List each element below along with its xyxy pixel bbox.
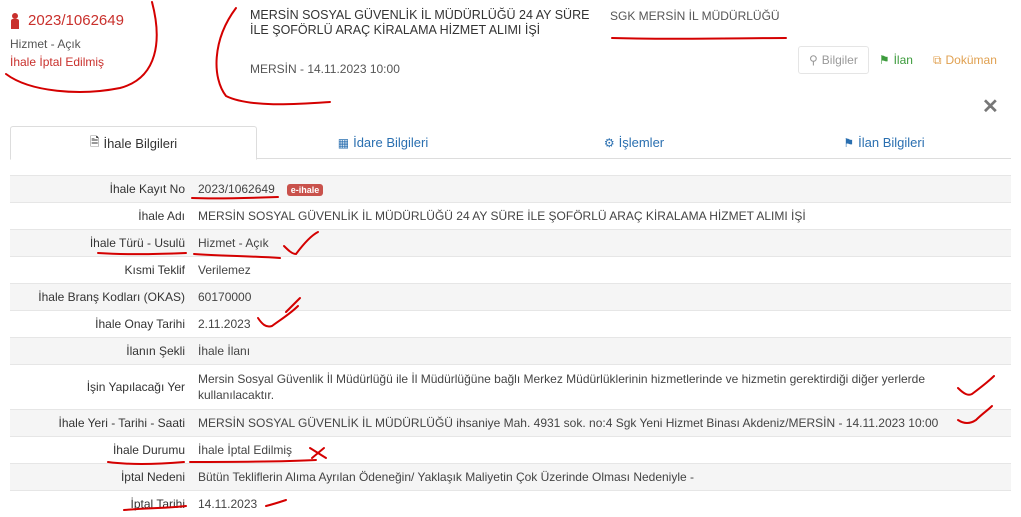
- row-label: İhale Branş Kodları (OKAS): [38, 290, 185, 304]
- row-label: İşin Yapılacağı Yer: [86, 380, 185, 394]
- row-value: İhale İlanı: [198, 344, 251, 358]
- tender-title: MERSİN SOSYAL GÜVENLİK İL MÜDÜRLÜĞÜ 24 A…: [250, 8, 590, 37]
- tab-label: İşlemler: [618, 135, 665, 150]
- dokuman-label: Doküman: [945, 53, 997, 67]
- row-label: Kısmi Teklif: [124, 263, 185, 277]
- table-row: Kısmi Teklif Verilemez: [10, 256, 1011, 284]
- table-row: İptal Nedeni Bütün Tekliflerin Alıma Ayr…: [10, 463, 1011, 491]
- tab-islemler[interactable]: ⚙ İşlemler: [509, 126, 759, 159]
- tab-bar: 🗎 İhale Bilgileri ▦ İdare Bilgileri ⚙ İş…: [10, 126, 1011, 160]
- tab-label: İdare Bilgileri: [353, 135, 429, 150]
- e-ihale-badge: e-ihale: [286, 183, 324, 196]
- tender-status: İhale İptal Edilmiş: [10, 55, 105, 69]
- tender-title-block: MERSİN SOSYAL GÜVENLİK İL MÜDÜRLÜĞÜ 24 A…: [250, 8, 590, 76]
- row-value: MERSİN SOSYAL GÜVENLİK İL MÜDÜRLÜĞÜ 24 A…: [198, 209, 806, 223]
- table-row: İhale Kayıt No 2023/1062649 e-ihale: [10, 175, 1011, 203]
- tab-label: İhale Bilgileri: [103, 135, 178, 151]
- action-bar: ⚲ Bilgiler ⚑ İlan ⧉ Doküman: [798, 46, 1007, 74]
- tab-idare-bilgileri[interactable]: ▦ İdare Bilgileri: [257, 126, 509, 159]
- tender-summary: 2023/1062649 Hizmet - Açık İhale İptal E…: [10, 12, 124, 69]
- row-label: İlanın Şekli: [126, 344, 185, 358]
- annotation-underline-authority: [611, 37, 787, 40]
- authority-name: SGK MERSİN İL MÜDÜRLÜĞÜ: [610, 9, 780, 23]
- bilgiler-button[interactable]: ⚲ Bilgiler: [798, 46, 869, 74]
- row-value: Verilemez: [198, 263, 251, 277]
- tender-number-text: 2023/1062649: [28, 12, 124, 29]
- row-value: Mersin Sosyal Güvenlik İl Müdürlüğü ile …: [198, 372, 925, 402]
- row-value: 60170000: [198, 290, 252, 304]
- row-label: İhale Onay Tarihi: [95, 317, 185, 331]
- row-value: İhale İptal Edilmiş: [198, 443, 293, 457]
- table-row: İhale Onay Tarihi 2.11.2023: [10, 310, 1011, 338]
- table-row: İptal Tarihi 14.11.2023: [10, 490, 1011, 517]
- megaphone-icon: ⚑: [878, 53, 890, 67]
- row-value: 2.11.2023: [198, 317, 251, 331]
- tab-ihale-bilgileri[interactable]: 🗎 İhale Bilgileri: [10, 126, 257, 160]
- table-row: İşin Yapılacağı Yer Mersin Sosyal Güvenl…: [10, 364, 1011, 410]
- tender-number: 2023/1062649: [10, 12, 124, 29]
- tender-details-table: İhale Kayıt No 2023/1062649 e-ihale İhale…: [10, 175, 1011, 517]
- row-label: İptal Tarihi: [130, 497, 185, 512]
- ilan-button[interactable]: ⚑ İlan: [869, 47, 923, 73]
- row-label: İptal Nedeni: [120, 470, 185, 484]
- tender-type: Hizmet - Açık: [10, 37, 81, 51]
- bilgiler-label: Bilgiler: [821, 53, 858, 67]
- ilan-label: İlan: [893, 53, 913, 67]
- megaphone-icon: ⚑: [843, 135, 855, 150]
- person-icon: [10, 12, 20, 29]
- row-value: Bütün Tekliflerin Alıma Ayrılan Ödeneğin…: [198, 470, 695, 484]
- table-row: İhale Durumu İhale İptal Edilmiş: [10, 436, 1011, 464]
- close-icon[interactable]: ✕: [982, 94, 999, 119]
- tender-number-value: 2023/1062649: [198, 181, 275, 196]
- table-row: İhale Branş Kodları (OKAS) 60170000: [10, 283, 1011, 311]
- tab-ilan-bilgileri[interactable]: ⚑ İlan Bilgileri: [759, 126, 1009, 159]
- copy-icon: ⧉: [932, 52, 942, 67]
- tender-location-date: MERSİN - 14.11.2023 10:00: [250, 62, 400, 76]
- table-row: İhale Türü - Usulü Hizmet - Açık: [10, 229, 1011, 257]
- row-label: İhale Yeri - Tarihi - Saati: [58, 416, 185, 430]
- row-value: 2023/1062649 e-ihale: [192, 176, 1011, 203]
- row-label: İhale Adı: [138, 209, 185, 223]
- table-row: İhale Yeri - Tarihi - Saati MERSİN SOSYA…: [10, 409, 1011, 437]
- file-icon: 🗎: [89, 134, 100, 149]
- search-icon: ⚲: [809, 53, 818, 67]
- tab-label: İlan Bilgileri: [858, 135, 925, 150]
- row-label: İhale Durumu: [112, 443, 185, 457]
- row-value: 14.11.2023: [198, 497, 258, 512]
- building-icon: ▦: [337, 135, 350, 150]
- row-label: İhale Türü - Usulü: [89, 236, 185, 250]
- table-row: İhale Adı MERSİN SOSYAL GÜVENLİK İL MÜDÜ…: [10, 202, 1011, 230]
- row-value: Hizmet - Açık: [198, 236, 269, 250]
- gears-icon: ⚙: [603, 135, 615, 150]
- dokuman-button[interactable]: ⧉ Doküman: [923, 47, 1007, 74]
- row-value: MERSİN SOSYAL GÜVENLİK İL MÜDÜRLÜĞÜ ihsa…: [198, 416, 939, 430]
- table-row: İlanın Şekli İhale İlanı: [10, 337, 1011, 365]
- row-label: İhale Kayıt No: [109, 182, 185, 196]
